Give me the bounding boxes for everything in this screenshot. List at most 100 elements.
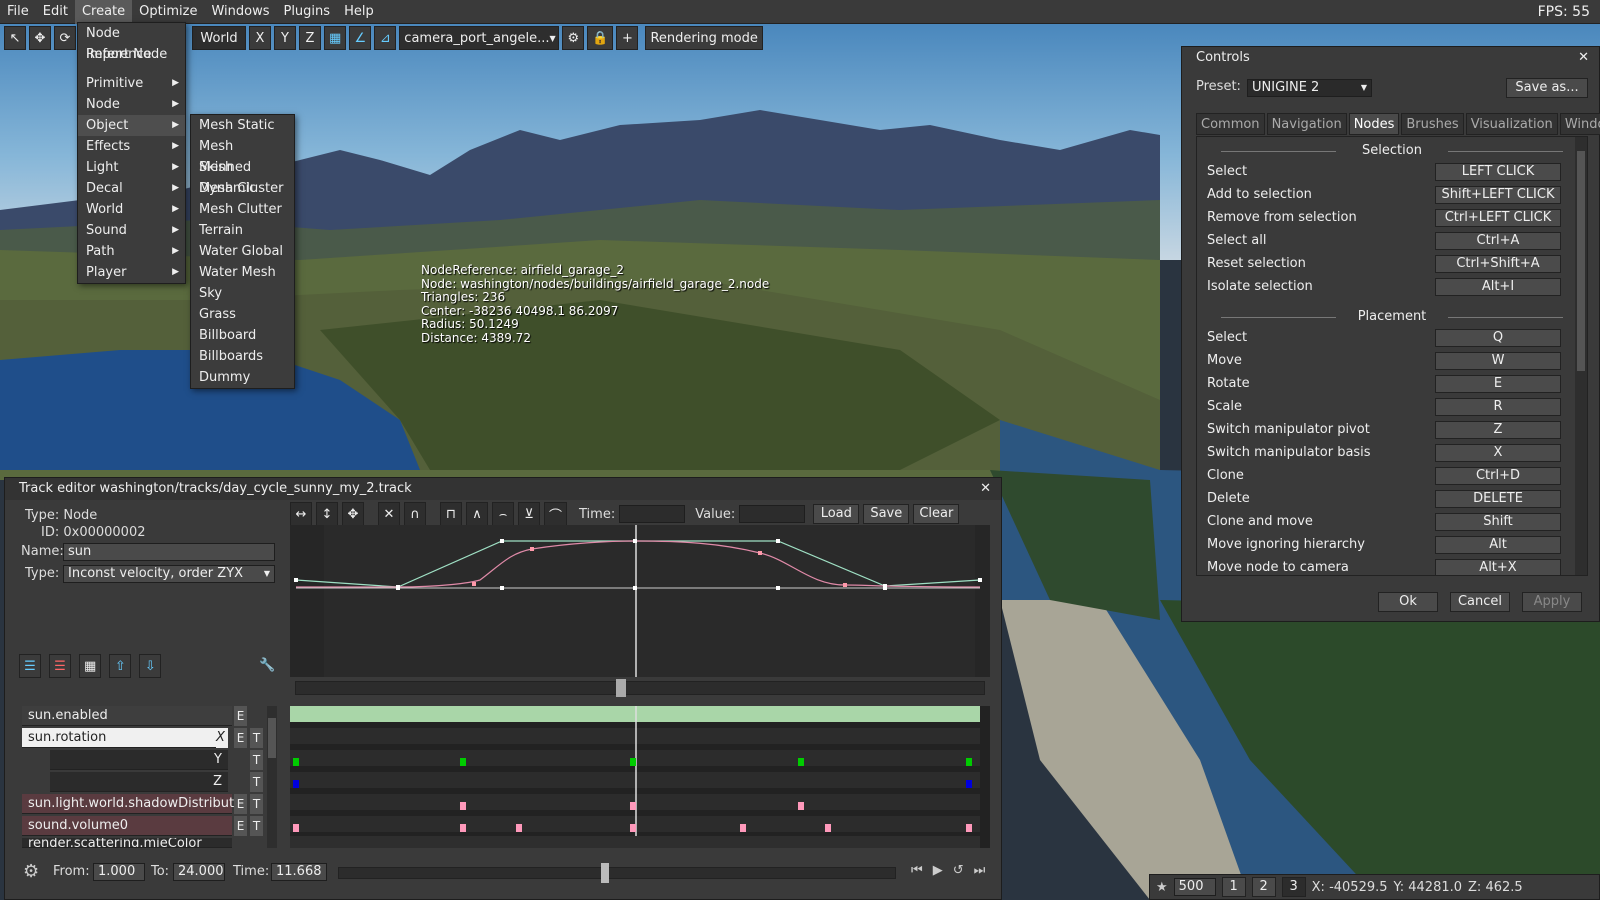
key-point[interactable] (758, 551, 762, 555)
shortcut-key[interactable]: DELETE (1435, 490, 1561, 508)
shortcut-key[interactable]: Z (1435, 421, 1561, 439)
key-marker[interactable] (630, 758, 636, 766)
shortcut-key[interactable]: LEFT CLICK (1435, 163, 1561, 181)
track-row[interactable]: Z (50, 772, 228, 792)
rendering-mode-button[interactable]: Rendering mode (645, 26, 763, 50)
menu-item-mesh-cluster[interactable]: Mesh Cluster (191, 178, 294, 199)
from-input[interactable]: 1.000 (93, 863, 145, 881)
menu-item-light[interactable]: Light ▶ (78, 157, 185, 178)
shortcut-key[interactable]: E (1435, 375, 1561, 393)
axis-z-button[interactable]: Z (299, 26, 321, 50)
preset-select[interactable]: UNIGINE 2 ▼ (1247, 79, 1372, 97)
scrollbar-thumb[interactable] (1577, 151, 1585, 371)
key-marker[interactable] (293, 780, 299, 788)
range-thumb[interactable] (616, 679, 626, 697)
magnet-icon[interactable]: ∩ (404, 502, 426, 526)
value-input[interactable] (739, 505, 806, 523)
time-input[interactable] (619, 505, 686, 523)
columns-icon[interactable]: ▦ (79, 654, 102, 678)
shortcut-key[interactable]: Ctrl+A (1435, 232, 1561, 250)
auto-tangent-icon[interactable]: ⌒ (544, 502, 568, 526)
key-marker[interactable] (798, 758, 804, 766)
key-marker[interactable] (740, 824, 746, 832)
key-marker[interactable] (966, 758, 972, 766)
speed-preset-2[interactable]: 2 (1251, 877, 1276, 897)
skip-back-icon[interactable]: ⏮ (911, 863, 923, 878)
select-tool-icon[interactable]: ↖ (4, 26, 26, 50)
key-marker[interactable] (293, 758, 299, 766)
close-icon[interactable]: ✕ (1578, 47, 1589, 69)
curve-graph[interactable] (290, 525, 990, 677)
vertical-scrollbar[interactable] (1575, 137, 1587, 575)
key-point[interactable] (776, 539, 780, 543)
key-marker[interactable] (966, 780, 972, 788)
axis-y-button[interactable]: Y (274, 26, 296, 50)
gear-icon[interactable]: ⚙ (23, 861, 39, 882)
delete-key-icon[interactable]: ✕ (378, 502, 400, 526)
shortcut-key[interactable]: X (1435, 444, 1561, 462)
move-up-icon[interactable]: ⇧ (109, 654, 132, 678)
tab-nodes[interactable]: Nodes (1348, 113, 1400, 135)
menu-item-grass[interactable]: Grass (191, 304, 294, 325)
track-list-scrollbar[interactable] (267, 706, 277, 848)
menu-item-dummy[interactable]: Dummy (191, 367, 294, 388)
load-button[interactable]: Load (813, 504, 860, 524)
track-type-toggle[interactable]: T (250, 816, 263, 836)
menu-file[interactable]: File (0, 0, 36, 24)
track-row[interactable]: sun.enabled (22, 706, 232, 726)
shortcut-key[interactable]: Ctrl+D (1435, 467, 1561, 485)
shortcut-key[interactable]: Alt (1435, 536, 1561, 554)
menu-item-terrain[interactable]: Terrain (191, 220, 294, 241)
menu-item-mesh-skinned[interactable]: Mesh Skinned (191, 136, 294, 175)
to-input[interactable]: 24.000 (173, 863, 225, 881)
key-marker[interactable] (460, 758, 466, 766)
track-row[interactable]: sun.light.world.shadowDistribute (22, 794, 242, 814)
lane-enabled-bar[interactable] (290, 706, 980, 722)
key-point[interactable] (883, 586, 887, 590)
track-type-toggle[interactable]: T (250, 728, 263, 748)
smooth-tangent-icon[interactable]: ⌢ (492, 502, 514, 526)
play-icon[interactable]: ▶ (933, 863, 943, 878)
wrench-icon[interactable]: 🔧 (259, 658, 275, 673)
tab-visualization[interactable]: Visualization (1465, 113, 1558, 135)
key-marker[interactable] (516, 824, 522, 832)
loop-icon[interactable]: ↺ (953, 863, 964, 878)
gear-icon[interactable]: ⚙ (562, 26, 585, 50)
key-point[interactable] (843, 583, 847, 587)
key-marker[interactable] (825, 824, 831, 832)
remove-track-icon[interactable]: ☰ (49, 654, 71, 678)
menu-item-primitive[interactable]: Primitive ▶ (78, 73, 185, 94)
track-row-selected[interactable]: sun.rotation (22, 728, 227, 748)
break-tangent-icon[interactable]: ⊻ (518, 502, 540, 526)
key-point[interactable] (530, 547, 534, 551)
key-marker[interactable] (798, 802, 804, 810)
key-point[interactable] (500, 586, 504, 590)
track-row[interactable]: render.scattering.mieColor (22, 838, 232, 848)
track-enable-toggle[interactable]: E (234, 706, 247, 726)
key-point[interactable] (633, 539, 637, 543)
timeline-slider[interactable] (338, 863, 896, 883)
plus-icon[interactable]: + (616, 26, 639, 50)
apply-button[interactable]: Apply (1522, 592, 1582, 612)
key-marker[interactable] (630, 802, 636, 810)
menu-item-billboards[interactable]: Billboards (191, 346, 294, 367)
key-marker[interactable] (460, 824, 466, 832)
menu-item-mesh-clutter[interactable]: Mesh Clutter (191, 199, 294, 220)
camera-select[interactable]: camera_port_angele... ▼ (399, 26, 560, 50)
lock-icon[interactable]: 🔒 (587, 26, 614, 50)
save-button[interactable]: Save (863, 504, 910, 524)
linear-tangent-icon[interactable]: ∧ (466, 502, 488, 526)
track-row[interactable]: Y (50, 750, 228, 770)
shortcut-key[interactable]: W (1435, 352, 1561, 370)
track-type-toggle[interactable]: T (250, 794, 263, 814)
ok-button[interactable]: Ok (1378, 592, 1438, 612)
shortcut-key[interactable]: Ctrl+Shift+A (1435, 255, 1561, 273)
speed-preset-3[interactable]: 3 (1281, 877, 1306, 897)
close-icon[interactable]: ✕ (980, 478, 991, 500)
key-point[interactable] (472, 582, 476, 586)
save-as-button[interactable]: Save as... (1506, 78, 1588, 98)
menu-item-world[interactable]: World ▶ (78, 199, 185, 220)
menu-create[interactable]: Create (74, 0, 133, 24)
shortcut-key[interactable]: Shift+LEFT CLICK (1435, 186, 1561, 204)
scrollbar-thumb[interactable] (268, 718, 276, 758)
